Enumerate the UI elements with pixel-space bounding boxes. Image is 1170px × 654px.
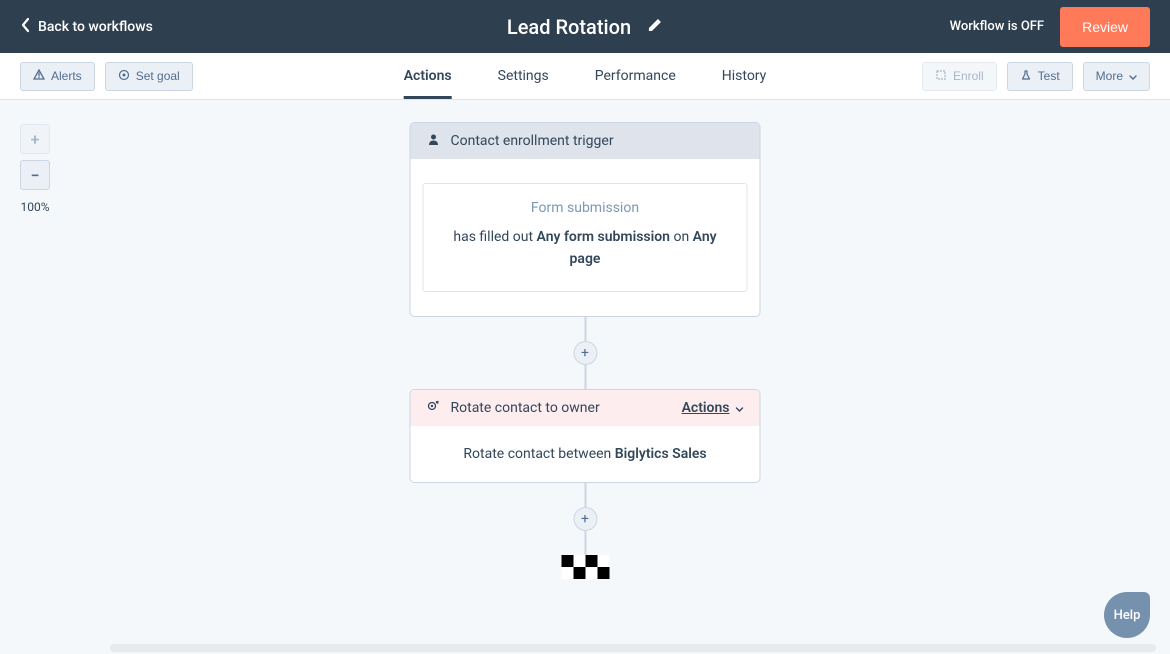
enroll-icon <box>935 69 947 84</box>
horizontal-scrollbar[interactable] <box>110 644 1156 652</box>
trigger-header-label: Contact enrollment trigger <box>451 133 614 149</box>
warning-icon <box>33 69 45 84</box>
workflow-column: Contact enrollment trigger Form submissi… <box>410 122 761 579</box>
rotate-card[interactable]: Rotate contact to owner Actions Rotate c… <box>410 389 761 483</box>
back-to-workflows-link[interactable]: Back to workflows <box>20 17 153 37</box>
connector-line <box>584 483 586 507</box>
trigger-tag: Form submission <box>438 200 733 216</box>
actions-dropdown-label: Actions <box>682 400 730 416</box>
zoom-controls: + − 100% <box>20 124 50 214</box>
connector-line <box>584 317 586 341</box>
rotate-card-header: Rotate contact to owner Actions <box>411 390 760 426</box>
alerts-button[interactable]: Alerts <box>20 62 95 91</box>
enroll-button: Enroll <box>922 62 997 91</box>
chevron-down-icon <box>736 400 744 416</box>
flask-icon <box>1020 69 1032 84</box>
chevron-left-icon <box>20 17 30 37</box>
tab-actions[interactable]: Actions <box>404 53 452 99</box>
trigger-text: has filled out Any form submission on An… <box>438 226 733 271</box>
page-header: Back to workflows Lead Rotation Workflow… <box>0 0 1170 53</box>
trigger-card-body: Form submission has filled out Any form … <box>411 159 760 316</box>
trigger-card[interactable]: Contact enrollment trigger Form submissi… <box>410 122 761 317</box>
zoom-out-button[interactable]: − <box>20 160 50 190</box>
rotate-card-body: Rotate contact between Biglytics Sales <box>411 426 760 482</box>
review-button[interactable]: Review <box>1060 7 1150 47</box>
add-action-button[interactable]: + <box>573 341 597 365</box>
zoom-in-button: + <box>20 124 50 154</box>
more-label: More <box>1096 69 1123 83</box>
nav-tabs: Actions Settings Performance History <box>404 53 767 99</box>
help-button[interactable]: Help <box>1104 592 1150 638</box>
rotate-header-label: Rotate contact to owner <box>451 400 600 416</box>
tab-settings[interactable]: Settings <box>498 53 549 99</box>
more-button[interactable]: More <box>1083 62 1150 91</box>
alerts-label: Alerts <box>51 69 82 83</box>
workflow-status: Workflow is OFF <box>950 19 1044 34</box>
rotate-icon <box>427 399 441 417</box>
test-button[interactable]: Test <box>1007 62 1073 91</box>
enroll-label: Enroll <box>953 69 984 83</box>
zoom-level: 100% <box>20 200 49 214</box>
workflow-canvas[interactable]: + − 100% Contact enrollment trigger Form… <box>0 100 1170 654</box>
trigger-card-header: Contact enrollment trigger <box>411 123 760 159</box>
connector-line <box>584 365 586 389</box>
chevron-down-icon <box>1129 69 1137 83</box>
connector-line <box>584 531 586 555</box>
trigger-condition-panel: Form submission has filled out Any form … <box>423 183 748 292</box>
test-label: Test <box>1038 69 1060 83</box>
tab-history[interactable]: History <box>722 53 767 99</box>
toolbar: Alerts Set goal Actions Settings Perform… <box>0 53 1170 100</box>
tab-performance[interactable]: Performance <box>595 53 676 99</box>
card-actions-dropdown[interactable]: Actions <box>682 400 744 416</box>
set-goal-button[interactable]: Set goal <box>105 62 193 91</box>
set-goal-label: Set goal <box>136 69 180 83</box>
workflow-end-marker <box>561 555 609 579</box>
pencil-icon[interactable] <box>647 17 663 37</box>
add-action-button[interactable]: + <box>573 507 597 531</box>
back-label: Back to workflows <box>38 19 153 35</box>
header-title-group: Lead Rotation <box>507 15 663 39</box>
contact-icon <box>427 132 441 150</box>
workflow-title: Lead Rotation <box>507 15 631 39</box>
header-right: Workflow is OFF Review <box>950 7 1150 47</box>
target-icon <box>118 69 130 84</box>
